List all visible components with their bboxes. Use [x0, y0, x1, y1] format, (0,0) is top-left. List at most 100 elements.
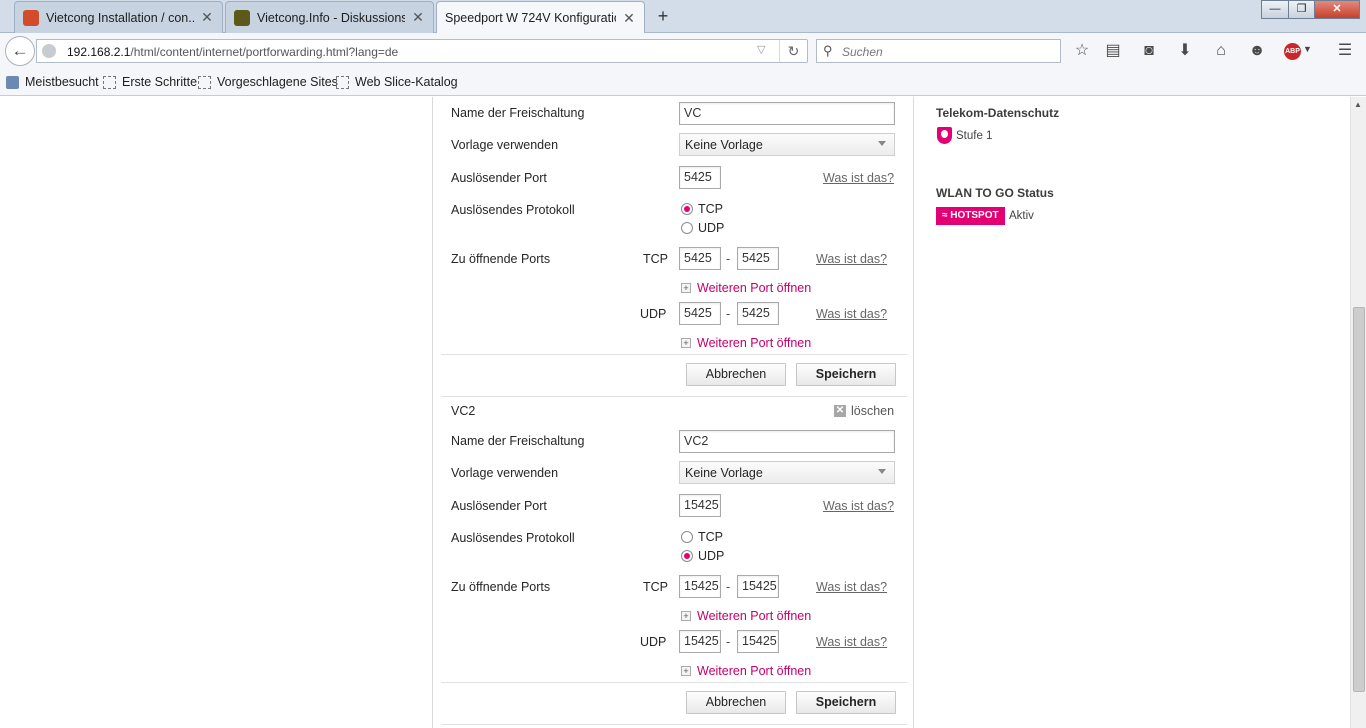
scroll-up-icon[interactable]: ▲	[1354, 100, 1362, 109]
reader-list-icon[interactable]: ▤	[1103, 41, 1123, 61]
window-close-button[interactable]: ✕	[1314, 0, 1360, 19]
udp-port-from-input[interactable]: 15425	[679, 630, 721, 653]
plus-icon[interactable]: +	[681, 666, 691, 676]
delete-rule-link[interactable]: löschen	[851, 404, 894, 418]
template-select[interactable]: Keine Vorlage	[679, 461, 895, 484]
pocket-icon[interactable]: ◙	[1139, 41, 1159, 61]
bookmark-page-icon	[198, 75, 211, 89]
bookmark-meistbesucht[interactable]: Meistbesucht	[6, 75, 99, 89]
protocol-tcp-radio[interactable]	[681, 531, 693, 543]
rule-name-label: Name der Freischaltung	[451, 434, 585, 448]
minimize-button[interactable]: —	[1261, 0, 1289, 19]
close-tab-icon[interactable]: ✕	[200, 9, 214, 26]
tcp-port-from-input[interactable]: 15425	[679, 575, 721, 598]
port-forwarding-panel: Name der Freischaltung VC Vorlage verwen…	[432, 97, 914, 728]
help-link[interactable]: Was ist das?	[816, 252, 887, 266]
shield-icon	[937, 127, 952, 144]
privacy-level: Stufe 1	[956, 130, 993, 142]
url-dropdown-icon[interactable]: ▽	[757, 43, 765, 56]
site-info-icon[interactable]	[42, 44, 56, 58]
protocol-udp-radio[interactable]	[681, 222, 693, 234]
search-input[interactable]: ⚲ Suchen	[816, 39, 1061, 63]
bookmark-label: Erste Schritte	[122, 75, 198, 89]
new-tab-button[interactable]: +	[652, 5, 674, 27]
udp-port-to-input[interactable]: 15425	[737, 630, 779, 653]
protocol-udp-radio[interactable]	[681, 550, 693, 562]
tab-favicon-icon	[234, 9, 250, 26]
close-tab-icon[interactable]: ✕	[411, 9, 425, 26]
add-udp-port-link[interactable]: Weiteren Port öffnen	[697, 664, 811, 678]
udp-port-from-input[interactable]: 5425	[679, 302, 721, 325]
rule-name-input[interactable]: VC2	[679, 430, 895, 453]
udp-port-to-input[interactable]: 5425	[737, 302, 779, 325]
help-link[interactable]: Was ist das?	[823, 499, 894, 513]
reload-icon[interactable]: ↻	[779, 40, 807, 62]
url-bar[interactable]: 192.168.2.1/html/content/internet/portfo…	[36, 39, 808, 63]
hotspot-status: Aktiv	[1009, 210, 1034, 222]
close-tab-icon[interactable]: ✕	[622, 10, 636, 27]
rule-name-input[interactable]: VC	[679, 102, 895, 125]
save-button[interactable]: Speichern	[796, 363, 896, 386]
protocol-tcp-radio[interactable]	[681, 203, 693, 215]
rule-name-label: Name der Freischaltung	[451, 106, 585, 120]
tab-vietcong-installation[interactable]: Vietcong Installation / con... ✕	[14, 1, 223, 33]
menu-icon[interactable]: ☰	[1335, 41, 1355, 61]
trigger-port-input[interactable]: 15425	[679, 494, 721, 517]
bookmark-page-icon	[103, 75, 116, 89]
open-tcp-label: TCP	[643, 580, 668, 594]
plus-icon[interactable]: +	[681, 283, 691, 293]
tcp-port-to-input[interactable]: 15425	[737, 575, 779, 598]
bookmark-erste-schritte[interactable]: Erste Schritte	[103, 75, 197, 89]
protocol-udp-label: UDP	[698, 549, 725, 563]
range-dash: -	[726, 635, 731, 649]
save-button[interactable]: Speichern	[796, 691, 896, 714]
page-scrollbar[interactable]: ▲	[1350, 97, 1366, 728]
chat-icon[interactable]: ☻	[1247, 41, 1267, 61]
tcp-port-to-input[interactable]: 5425	[737, 247, 779, 270]
delete-icon[interactable]: ✕	[834, 405, 846, 417]
plus-icon[interactable]: +	[681, 338, 691, 348]
add-tcp-port-link[interactable]: Weiteren Port öffnen	[697, 609, 811, 623]
scroll-thumb[interactable]	[1353, 307, 1365, 692]
add-udp-port-link[interactable]: Weiteren Port öffnen	[697, 336, 811, 350]
help-link[interactable]: Was ist das?	[816, 307, 887, 321]
back-button[interactable]: ←	[5, 36, 35, 66]
help-link[interactable]: Was ist das?	[816, 580, 887, 594]
trigger-port-input[interactable]: 5425	[679, 166, 721, 189]
cancel-button[interactable]: Abbrechen	[686, 363, 786, 386]
download-icon[interactable]: ⬇	[1175, 41, 1195, 61]
bookmarks-toolbar: Meistbesucht Erste Schritte Vorgeschlage…	[0, 68, 1366, 96]
bookmark-star-icon[interactable]: ☆	[1072, 41, 1092, 61]
home-icon[interactable]: ⌂	[1211, 41, 1231, 61]
tab-title: Speedport W 724V Konfiguratio...	[445, 11, 616, 25]
tcp-port-from-input[interactable]: 5425	[679, 247, 721, 270]
plus-icon[interactable]: +	[681, 611, 691, 621]
help-link[interactable]: Was ist das?	[816, 635, 887, 649]
range-dash: -	[726, 307, 731, 321]
divider	[441, 354, 907, 355]
maximize-button[interactable]: ❐	[1288, 0, 1315, 19]
url-host: 192.168.2.1	[67, 45, 131, 59]
tab-bar: Vietcong Installation / con... ✕ Vietcon…	[0, 0, 1366, 34]
bookmark-web-slice[interactable]: Web Slice-Katalog	[336, 75, 458, 89]
trigger-port-label: Auslösender Port	[451, 171, 547, 185]
help-link[interactable]: Was ist das?	[823, 171, 894, 185]
bookmark-vorgeschlagene-sites[interactable]: Vorgeschlagene Sites	[198, 75, 338, 89]
divider	[441, 396, 907, 397]
page-viewport: Name der Freischaltung VC Vorlage verwen…	[0, 97, 1350, 728]
divider	[441, 724, 907, 725]
url-text[interactable]: 192.168.2.1/html/content/internet/portfo…	[67, 45, 398, 59]
tab-title: Vietcong.Info - Diskussions...	[257, 10, 405, 25]
cancel-button[interactable]: Abbrechen	[686, 691, 786, 714]
tab-vietcong-info[interactable]: Vietcong.Info - Diskussions... ✕	[225, 1, 434, 33]
adblock-icon[interactable]: ABP	[1284, 43, 1301, 60]
adblock-dropdown-icon[interactable]: ▼	[1303, 44, 1312, 54]
chevron-down-icon	[878, 469, 886, 474]
template-select-value: Keine Vorlage	[685, 466, 763, 480]
template-select[interactable]: Keine Vorlage	[679, 133, 895, 156]
bookmark-label: Web Slice-Katalog	[355, 75, 458, 89]
add-tcp-port-link[interactable]: Weiteren Port öffnen	[697, 281, 811, 295]
open-tcp-label: TCP	[643, 252, 668, 266]
tab-speedport[interactable]: Speedport W 724V Konfiguratio... ✕	[436, 1, 645, 34]
hotspot-badge-label: HOTSPOT	[950, 210, 999, 221]
